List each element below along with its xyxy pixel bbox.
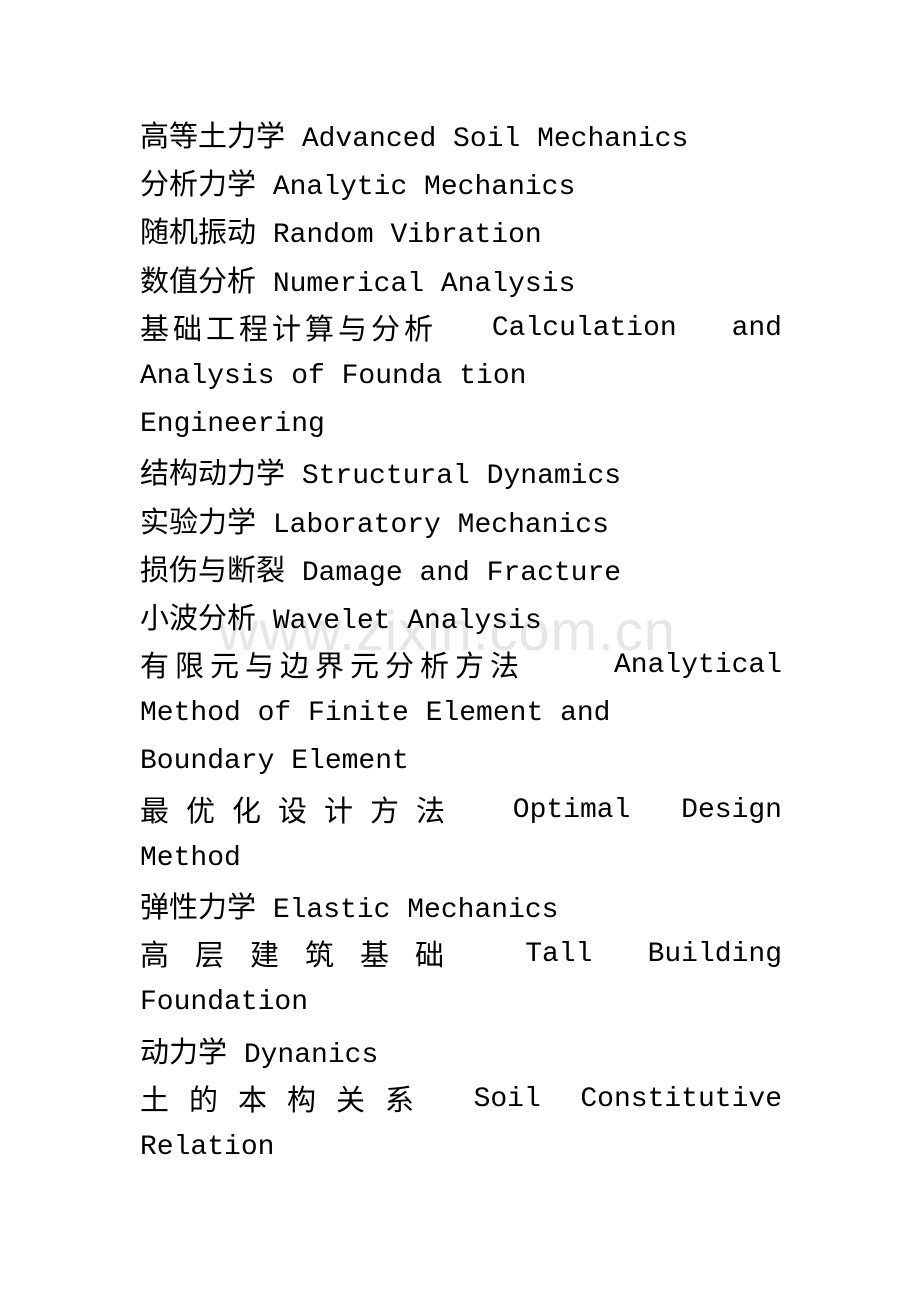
entry-structural-dynamics: 结构动力学 Structural Dynamics	[140, 449, 782, 497]
entry-foundation-engineering-line3: Engineering	[140, 401, 782, 449]
entry-elastic-mechanics: 弹性力学 Elastic Mechanics	[140, 883, 782, 931]
english-term-part: Design	[681, 794, 782, 826]
entry-foundation-engineering-line1: 基础工程计算与分析 Calculation and	[140, 305, 782, 353]
english-term: Numerical Analysis	[272, 268, 576, 300]
chinese-term: 数值分析	[140, 263, 257, 298]
chinese-term: 小波分析	[140, 600, 257, 635]
chinese-term: 高等土力学	[140, 119, 286, 153]
chinese-term: 有限元与边界元分析方法	[140, 649, 526, 684]
chinese-term: 结构动力学	[140, 456, 286, 491]
english-term: Random Vibration	[272, 220, 542, 252]
entry-finite-boundary-element-line2: Method of Finite Element and	[140, 690, 782, 738]
entry-optimal-design-line2: Method	[140, 835, 782, 883]
english-term-continuation: Engineering	[140, 409, 325, 441]
english-term: Wavelet Analysis	[272, 605, 542, 637]
english-term-continuation: Foundation	[140, 987, 309, 1019]
entry-soil-constitutive-relation-line2: Relation	[140, 1124, 782, 1172]
english-term-continuation: Method of Finite Element and	[140, 698, 611, 730]
entry-finite-boundary-element-line1: 有限元与边界元分析方法 Analytical	[140, 642, 782, 690]
chinese-term: 实验力学	[140, 504, 257, 539]
entry-optimal-design-line1: 最优化设计方法 Optimal Design	[140, 787, 782, 835]
entry-random-vibration: 随机振动 Random Vibration	[140, 208, 782, 256]
chinese-term: 损伤与断裂	[140, 552, 286, 587]
chinese-term: 土的本构关系	[140, 1082, 435, 1117]
entry-wavelet-analysis: 小波分析 Wavelet Analysis	[140, 594, 782, 642]
entry-laboratory-mechanics: 实验力学 Laboratory Mechanics	[140, 498, 782, 546]
chinese-term: 分析力学	[140, 167, 257, 202]
english-term-part: Calculation	[491, 312, 677, 344]
entry-foundation-engineering-line2: Analysis of Founda tion	[140, 353, 782, 401]
chinese-term: 动力学	[140, 1034, 228, 1069]
english-term-part: Soil	[473, 1083, 541, 1115]
chinese-term: 弹性力学	[140, 890, 257, 924]
english-term-continuation: Relation	[140, 1131, 275, 1163]
entry-finite-boundary-element-line3: Boundary Element	[140, 738, 782, 786]
english-term-part: Constitutive	[580, 1083, 782, 1115]
english-term-continuation: Analysis of Founda tion	[140, 360, 527, 392]
english-term: Analytic Mechanics	[272, 172, 576, 204]
english-term-part: Analytical	[613, 650, 782, 682]
english-term-part: Building	[647, 939, 782, 971]
chinese-term: 基础工程计算与分析	[140, 311, 438, 346]
entry-soil-constitutive-relation-line1: 土的本构关系 Soil Constitutive	[140, 1076, 782, 1124]
chinese-term: 随机振动	[140, 215, 257, 250]
english-term: Advanced Soil Mechanics	[301, 124, 689, 155]
english-term: Laboratory Mechanics	[272, 509, 609, 541]
entry-advanced-soil-mechanics: 高等土力学 Advanced Soil Mechanics	[140, 112, 782, 160]
document-page: 高等土力学 Advanced Soil Mechanics 分析力学 Analy…	[140, 112, 782, 1172]
english-term: Dynanics	[243, 1039, 379, 1071]
chinese-term: 最优化设计方法	[140, 793, 463, 828]
entry-analytic-mechanics: 分析力学 Analytic Mechanics	[140, 160, 782, 208]
chinese-term: 高层建筑基础	[140, 938, 471, 973]
english-term: Elastic Mechanics	[272, 895, 559, 926]
english-term-continuation: Boundary Element	[140, 746, 409, 778]
english-term-continuation: Method	[140, 842, 241, 874]
entry-numerical-analysis: 数值分析 Numerical Analysis	[140, 257, 782, 305]
entry-tall-building-foundation-line1: 高层建筑基础 Tall Building	[140, 931, 782, 979]
entry-damage-and-fracture: 损伤与断裂 Damage and Fracture	[140, 546, 782, 594]
english-term-part: and	[731, 312, 782, 344]
entry-dynamics: 动力学 Dynanics	[140, 1028, 782, 1076]
entry-tall-building-foundation-line2: Foundation	[140, 979, 782, 1027]
english-term-part: Optimal	[512, 794, 631, 826]
english-term: Structural Dynamics	[301, 461, 622, 493]
english-term-part: Tall	[525, 939, 593, 971]
english-term: Damage and Fracture	[301, 557, 622, 589]
